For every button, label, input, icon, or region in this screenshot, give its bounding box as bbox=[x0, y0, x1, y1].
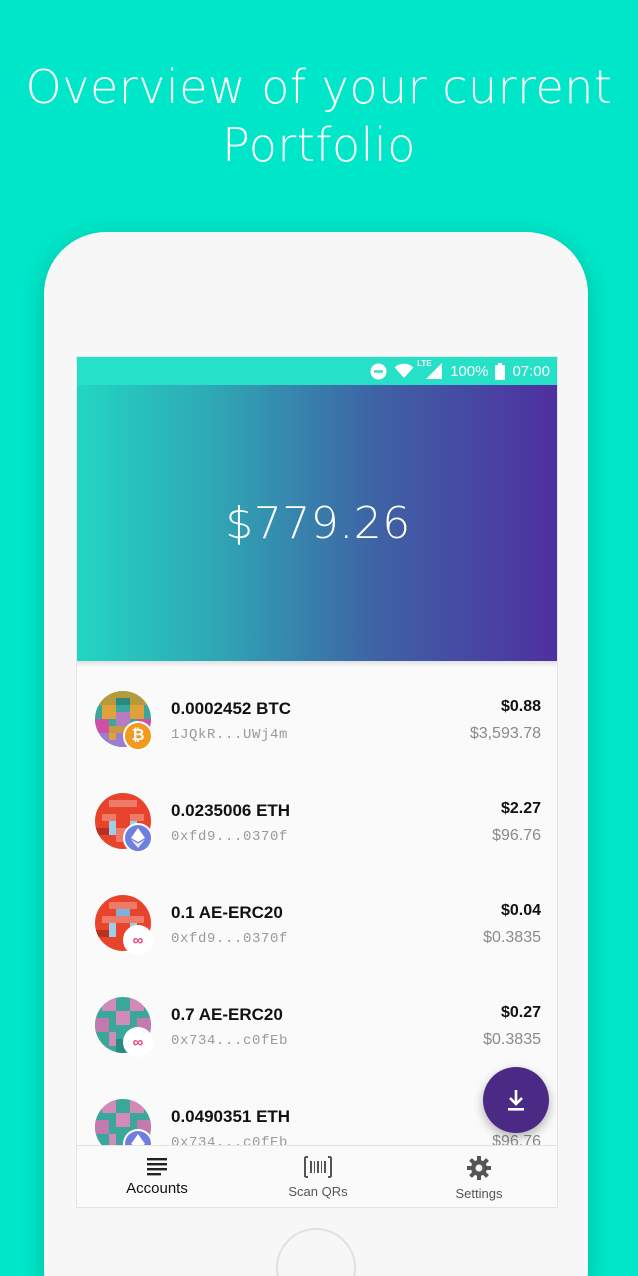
account-value: $2.27 bbox=[500, 800, 541, 817]
account-address: 0xfd9...0370f bbox=[171, 829, 289, 845]
account-value: $0.04 bbox=[500, 902, 541, 919]
network-type-label: LTE bbox=[417, 359, 432, 368]
nav-label: Scan QRs bbox=[288, 1184, 348, 1199]
account-amount: 0.1 AE-ERC20 bbox=[171, 903, 283, 922]
account-row[interactable]: ∞ 0.1 AE-ERC20 0xfd9...0370f $0.04 $0.38… bbox=[77, 865, 557, 967]
download-icon bbox=[508, 1090, 524, 1111]
portfolio-total: $779.26 bbox=[225, 497, 411, 549]
coin-price: $96.76 bbox=[492, 1133, 541, 1145]
account-amount: 0.0490351 ETH bbox=[171, 1107, 291, 1126]
coin-price: $0.3835 bbox=[483, 1031, 541, 1048]
account-row[interactable]: ₿ 0.0002452 BTC 1JQkR...UWj4m $0.88 $3,5… bbox=[77, 661, 557, 763]
bottom-navigation: Accounts Scan QRs Settings bbox=[77, 1145, 557, 1207]
barcode-icon bbox=[304, 1156, 332, 1178]
battery-icon bbox=[495, 362, 506, 380]
account-address: 1JQkR...UWj4m bbox=[171, 727, 289, 743]
account-row[interactable]: ∞ 0.7 AE-ERC20 0x734...c0fEb $0.27 $0.38… bbox=[77, 967, 557, 1069]
headline-line-2: Portfolio bbox=[222, 118, 416, 172]
coin-price: $3,593.78 bbox=[469, 725, 541, 742]
wifi-icon bbox=[394, 363, 414, 379]
status-bar: LTE 100% 07:00 bbox=[77, 357, 557, 385]
battery-percent: 100% bbox=[450, 362, 489, 380]
promo-headline: Overview of your current Portfolio bbox=[0, 58, 638, 174]
account-list: ₿ 0.0002452 BTC 1JQkR...UWj4m $0.88 $3,5… bbox=[77, 661, 557, 1145]
nav-accounts[interactable]: Accounts bbox=[77, 1146, 237, 1207]
account-value: $0.27 bbox=[500, 1004, 541, 1021]
app-screen: LTE 100% 07:00 $779.26 ₿ 0.0002452 BTC 1… bbox=[76, 356, 558, 1208]
coin-price: $96.76 bbox=[492, 827, 541, 844]
nav-scan-qrs[interactable]: Scan QRs bbox=[238, 1146, 398, 1207]
nav-label: Settings bbox=[455, 1186, 503, 1201]
nav-label: Accounts bbox=[126, 1180, 188, 1197]
nav-settings[interactable]: Settings bbox=[399, 1146, 557, 1207]
aeternity-icon: ∞ bbox=[123, 1027, 153, 1057]
aeternity-icon: ∞ bbox=[123, 925, 153, 955]
account-address: 0xfd9...0370f bbox=[171, 931, 289, 947]
bitcoin-icon: ₿ bbox=[123, 721, 153, 751]
ethereum-icon bbox=[123, 823, 153, 853]
account-value: $0.88 bbox=[500, 698, 541, 715]
account-amount: 0.0002452 BTC bbox=[171, 699, 292, 718]
account-row[interactable]: 0.0235006 ETH 0xfd9...0370f $2.27 $96.76 bbox=[77, 763, 557, 865]
headline-line-1: Overview of your current bbox=[25, 60, 613, 114]
gear-icon bbox=[467, 1156, 491, 1180]
account-amount: 0.7 AE-ERC20 bbox=[171, 1005, 283, 1024]
signal-icon: LTE bbox=[417, 359, 443, 380]
list-icon bbox=[147, 1158, 167, 1176]
account-address: 0x734...c0fEb bbox=[171, 1135, 289, 1145]
account-address: 0x734...c0fEb bbox=[171, 1033, 289, 1049]
clock: 07:00 bbox=[512, 362, 550, 380]
account-amount: 0.0235006 ETH bbox=[171, 801, 291, 820]
do-not-disturb-icon bbox=[370, 363, 387, 380]
coin-price: $0.3835 bbox=[483, 929, 541, 946]
receive-fab[interactable] bbox=[483, 1067, 549, 1133]
portfolio-header: $779.26 bbox=[77, 385, 557, 661]
